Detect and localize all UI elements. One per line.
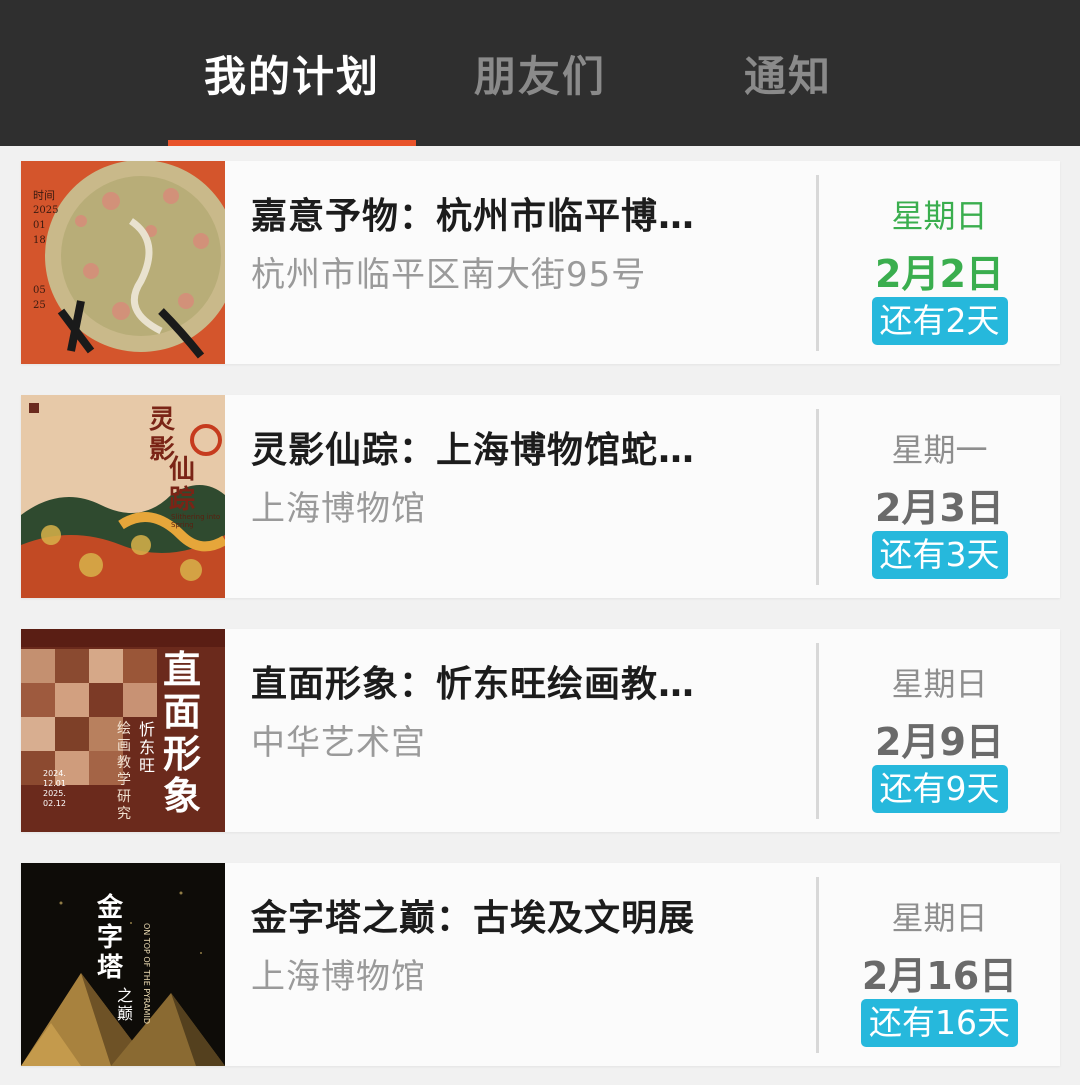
poster-title-char: 仙 <box>169 455 196 485</box>
tab-my-plans[interactable]: 我的计划 <box>168 0 416 146</box>
poster-date: 25 <box>33 300 46 311</box>
active-tab-indicator <box>168 140 416 146</box>
event-venue: 上海博物馆 <box>251 957 426 997</box>
poster-title-char: 形 <box>163 731 202 776</box>
event-venue: 上海博物馆 <box>251 489 426 529</box>
event-card[interactable]: 金 字 塔 之 巅 ON TOP OF THE PYRAMID 金字塔之巅：古埃… <box>21 863 1060 1066</box>
poster-subtitle: 绘画教学研究 <box>117 721 131 822</box>
event-card[interactable]: 直 面 形 象 忻东旺 绘画教学研究 2024. 12.01 2025. 02.… <box>21 629 1060 832</box>
poster-artist: 忻东旺 <box>139 720 156 775</box>
top-nav-bar: 我的计划 朋友们 通知 <box>0 0 1080 146</box>
poster-title-char: 踪 <box>169 485 196 515</box>
poster-subtitle: Slithering into Spring <box>171 513 221 529</box>
event-poster-image: 金 字 塔 之 巅 ON TOP OF THE PYRAMID <box>21 863 225 1066</box>
poster-title-char: 字 <box>97 923 124 953</box>
event-title: 金字塔之巅：古埃及文明展 <box>251 898 696 939</box>
tab-friends[interactable]: 朋友们 <box>440 0 640 146</box>
poster-title-char: 巅 <box>117 1004 134 1023</box>
event-date: 2月3日 <box>875 486 1004 530</box>
poster-date: 2024. <box>43 769 66 778</box>
poster-date: 2025. <box>43 789 66 798</box>
event-card[interactable]: 时间 2025 01 18 05 25 嘉意予物：杭州市临平博… 杭州市临平区南… <box>21 161 1060 364</box>
event-poster-image: 直 面 形 象 忻东旺 绘画教学研究 2024. 12.01 2025. 02.… <box>21 629 225 832</box>
poster-title-char: 灵 <box>149 405 176 435</box>
event-poster-image: 灵 影 仙 踪 Slithering into Spring <box>21 395 225 598</box>
event-weekday: 星期日 <box>891 899 988 937</box>
event-title: 直面形象：忻东旺绘画教… <box>251 664 696 705</box>
event-date: 2月16日 <box>861 954 1018 998</box>
countdown-badge: 还有16天 <box>861 999 1018 1047</box>
poster-title-char: 象 <box>163 773 202 818</box>
tab-notifications[interactable]: 通知 <box>688 0 888 146</box>
event-title: 灵影仙踪：上海博物馆蛇… <box>251 430 696 471</box>
event-date: 2月9日 <box>875 720 1004 764</box>
poster-date: 2025 <box>33 205 59 216</box>
poster-date: 18 <box>33 235 46 246</box>
poster-date: 01 <box>33 220 46 231</box>
event-weekday: 星期日 <box>891 197 988 235</box>
poster-en-title: ON TOP OF THE PYRAMID <box>142 923 151 1024</box>
event-poster-image: 时间 2025 01 18 05 25 <box>21 161 225 364</box>
poster-date: 02.12 <box>43 799 66 808</box>
poster-title-char: 塔 <box>97 953 124 983</box>
poster-date: 12.01 <box>43 779 66 788</box>
countdown-badge: 还有3天 <box>871 531 1008 579</box>
event-venue: 杭州市临平区南大街95号 <box>251 255 647 295</box>
poster-title-char: 之 <box>117 986 134 1005</box>
poster-title-char: 面 <box>163 689 202 734</box>
event-title: 嘉意予物：杭州市临平博… <box>251 196 696 237</box>
countdown-badge: 还有9天 <box>871 765 1008 813</box>
event-card[interactable]: 灵 影 仙 踪 Slithering into Spring 灵影仙踪：上海博物… <box>21 395 1060 598</box>
poster-title-char: 金 <box>97 893 124 923</box>
poster-date: 05 <box>33 285 46 296</box>
event-weekday: 星期日 <box>891 665 988 703</box>
event-date: 2月2日 <box>875 252 1004 296</box>
poster-time-label: 时间 <box>33 189 55 202</box>
poster-title-char: 直 <box>163 647 202 692</box>
event-venue: 中华艺术宫 <box>251 723 426 763</box>
event-weekday: 星期一 <box>891 431 988 469</box>
countdown-badge: 还有2天 <box>871 297 1008 345</box>
